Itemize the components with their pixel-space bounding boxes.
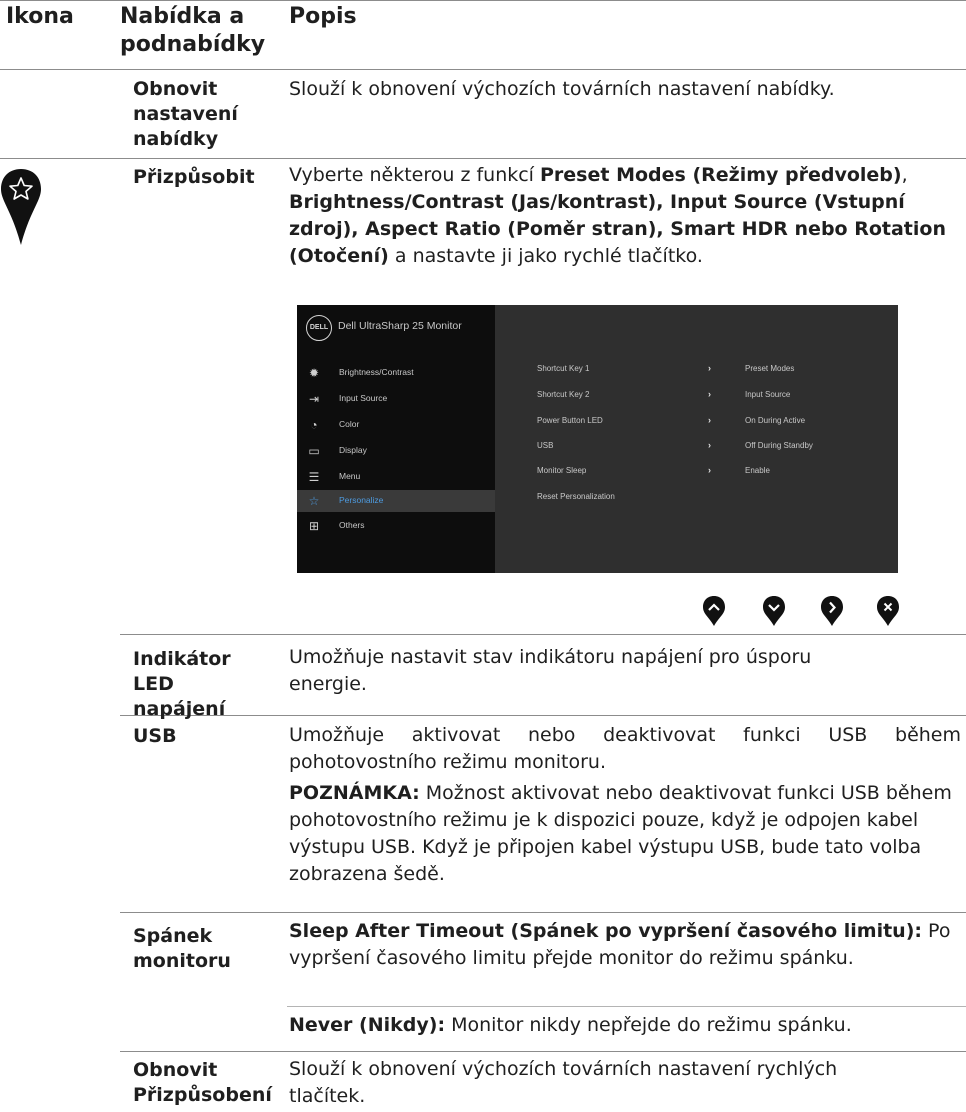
star-icon [0, 167, 42, 247]
osd-screenshot: DELL Dell UltraSharp 25 Monitor ✹ Bright… [297, 305, 898, 573]
close-icon [876, 595, 900, 627]
desc-personalize: Vyberte některou z funkcí Preset Modes (… [289, 164, 946, 267]
note-usb: POZNÁMKA: Možnost aktivovat nebo deaktiv… [289, 782, 952, 885]
sun-icon: ✹ [308, 366, 320, 380]
desc-reset-menu: Slouží k obnovení výchozích továrních na… [289, 78, 835, 100]
row-rule [0, 158, 966, 159]
sub-rule [287, 1006, 966, 1007]
input-icon: ⇥ [308, 392, 320, 406]
header-desc-col: Popis [289, 4, 357, 29]
menu-icon: ☰ [308, 470, 320, 484]
osd-setting-usb: USB › Off During Standby [537, 440, 813, 450]
down-arrow-icon [762, 595, 786, 627]
osd-setting-shortcut-key-1: Shortcut Key 1 › Preset Modes [537, 363, 795, 373]
monitor-icon: ▭ [308, 444, 320, 458]
top-rule [0, 0, 966, 1]
chevron-right-icon: › [708, 465, 711, 475]
osd-title: Dell UltraSharp 25 Monitor [338, 320, 462, 332]
desc-power-led: Umožňuje nastavit stav indikátoru napáje… [289, 646, 812, 695]
chevron-right-icon: › [708, 415, 711, 425]
row-rule [120, 634, 966, 635]
menu-monitor-sleep: Spánek monitoru [133, 925, 231, 972]
menu-personalize: Přizpůsobit [133, 166, 255, 188]
osd-menu-others: ⊞ Others [308, 519, 365, 533]
osd-setting-monitor-sleep: Monitor Sleep › Enable [537, 465, 770, 475]
osd-menu-input-source: ⇥ Input Source [308, 392, 388, 406]
osd-setting-power-led: Power Button LED › On During Active [537, 415, 806, 425]
right-arrow-icon [820, 595, 844, 627]
menu-usb: USB [133, 725, 177, 747]
osd-menu-personalize: ☆ Personalize [297, 490, 495, 512]
osd-menu-display: ▭ Display [308, 444, 367, 458]
chevron-right-icon: › [708, 440, 711, 450]
header-icon-col: Ikona [6, 4, 74, 29]
row-rule [120, 912, 966, 913]
desc-sleep-never: Never (Nikdy): Monitor nikdy nepřejde do… [289, 1014, 852, 1036]
osd-setting-shortcut-key-2: Shortcut Key 2 › Input Source [537, 389, 791, 399]
osd-menu-brightness: ✹ Brightness/Contrast [308, 366, 414, 380]
osd-menu-menu: ☰ Menu [308, 470, 361, 484]
row-rule [120, 715, 966, 716]
menu-reset-menu: Obnovit nastavení nabídky [133, 78, 238, 150]
desc-usb: Umožňuje aktivovat nebo deaktivovat funk… [289, 724, 961, 773]
osd-setting-reset-personalization: Reset Personalization [537, 492, 615, 501]
osd-panel [495, 305, 898, 573]
star-icon: ☆ [308, 494, 320, 508]
up-arrow-icon [702, 595, 726, 627]
menu-power-led: Indikátor LED napájení [133, 648, 231, 720]
menu-reset-personalization: Obnovit Přizpůsobení [133, 1059, 272, 1106]
row-rule [120, 1051, 966, 1052]
desc-reset-personalization: Slouží k obnovení výchozích továrních na… [289, 1058, 838, 1107]
chevron-right-icon: › [708, 363, 711, 373]
others-icon: ⊞ [308, 519, 320, 533]
header-rule [0, 69, 966, 70]
palette-icon: ◔ [310, 418, 318, 432]
chevron-right-icon: › [708, 389, 711, 399]
desc-sleep-timeout: Sleep After Timeout (Spánek po vypršení … [289, 920, 951, 969]
dell-logo: DELL [306, 315, 332, 341]
osd-menu-color: ◔ Color [297, 414, 495, 436]
header-menu-col: Nabídka a podnabídky [120, 4, 266, 57]
